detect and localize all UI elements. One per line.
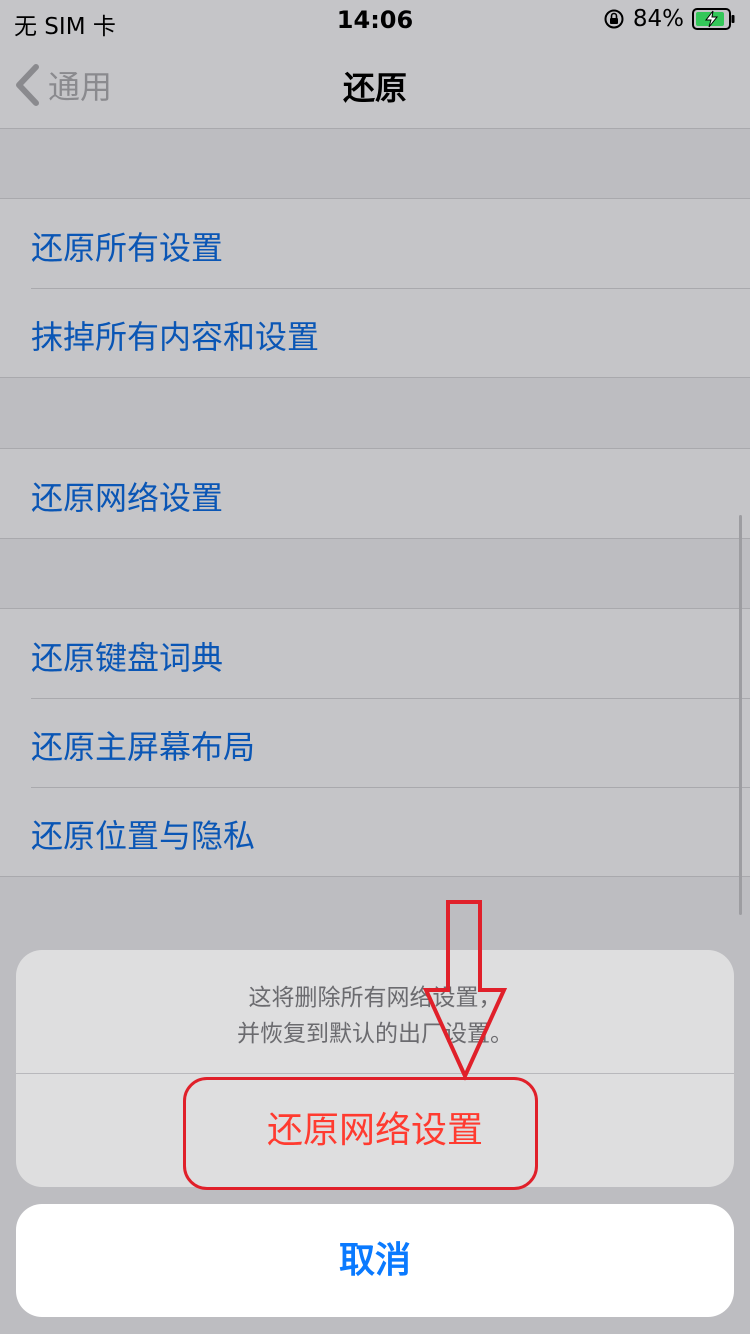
reset-group-network: 还原网络设置: [0, 448, 750, 539]
message-line: 并恢复到默认的出厂设置。: [237, 1021, 513, 1047]
battery-charging-icon: [692, 8, 735, 30]
battery-percent: 84%: [632, 6, 684, 32]
list-item-reset-network-settings[interactable]: 还原网络设置: [0, 449, 750, 538]
list-item-reset-all-settings[interactable]: 还原所有设置: [0, 199, 750, 288]
scroll-indicator[interactable]: [739, 515, 742, 915]
message-line: 这将删除所有网络设置，: [248, 985, 502, 1011]
watermark-url: jingyan.baidu.com: [573, 1298, 712, 1316]
list-item-label: 抹掉所有内容和设置: [31, 318, 320, 356]
list-item-label: 还原所有设置: [31, 229, 224, 267]
reset-group-general: 还原所有设置 抹掉所有内容和设置: [0, 198, 750, 378]
list-item-label: 还原位置与隐私: [31, 817, 256, 855]
list-item-reset-location-privacy[interactable]: 还原位置与隐私: [0, 787, 750, 876]
list-item-erase-all-content[interactable]: 抹掉所有内容和设置: [0, 288, 750, 377]
list-item-reset-home-screen-layout[interactable]: 还原主屏幕布局: [0, 698, 750, 787]
list-item-label: 还原键盘词典: [31, 639, 224, 677]
list-item-reset-keyboard-dictionary[interactable]: 还原键盘词典: [0, 609, 750, 698]
page-title: 还原: [342, 69, 407, 107]
action-sheet-message: 这将删除所有网络设置， 并恢复到默认的出厂设置。: [16, 980, 734, 1052]
list-item-label: 还原网络设置: [31, 479, 224, 517]
reset-group-other: 还原键盘词典 还原主屏幕布局 还原位置与隐私: [0, 608, 750, 877]
annotation-highlight-box: [183, 1077, 538, 1190]
navigation-bar: 通用 还原: [0, 40, 750, 129]
annotation-arrow-icon: [422, 900, 508, 1081]
list-item-label: 还原主屏幕布局: [31, 728, 256, 766]
rotation-lock-icon: [604, 9, 624, 29]
status-bar: 无 SIM 卡 14:06 84%: [0, 0, 750, 40]
status-indicators: 84%: [603, 6, 736, 32]
